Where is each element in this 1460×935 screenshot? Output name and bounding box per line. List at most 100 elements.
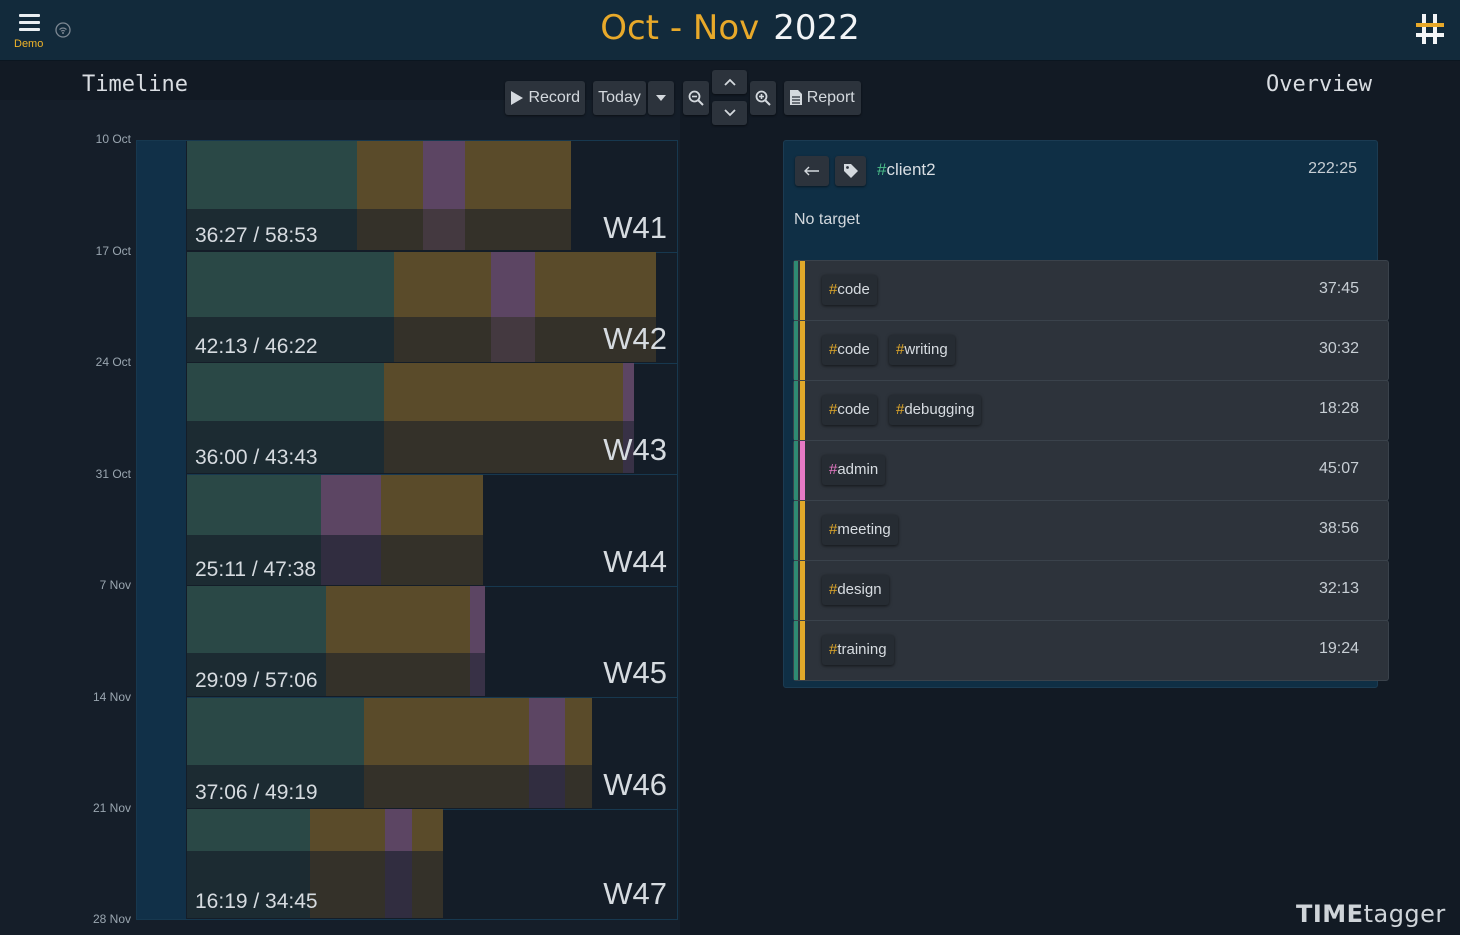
time-segment — [470, 586, 485, 653]
week-label: W47 — [603, 876, 667, 911]
total-duration: 222:25 — [1308, 160, 1357, 177]
time-segment — [465, 141, 510, 209]
scroll-down-button[interactable] — [712, 101, 747, 125]
overview-row[interactable]: #code #debugging 18:28 — [793, 380, 1389, 441]
tag-chip-label: code — [837, 401, 870, 418]
color-stripe — [800, 441, 805, 500]
week-hours: 42:13 / 46:22 — [195, 335, 318, 358]
time-segment — [187, 252, 394, 317]
week-row-w42[interactable]: 42:13 / 46:22 W42 — [187, 252, 677, 364]
tag-chip[interactable]: #code — [822, 335, 877, 365]
time-segment — [559, 363, 623, 421]
overview-row[interactable]: #admin 45:07 — [793, 440, 1389, 501]
week-hours: 16:19 / 34:45 — [195, 890, 318, 913]
week-hours: 36:27 / 58:53 — [195, 224, 318, 247]
week-row-w45[interactable]: 29:09 / 57:06 W45 — [187, 586, 677, 698]
today-button[interactable]: Today — [593, 81, 646, 115]
week-label: W43 — [603, 432, 667, 467]
today-dropdown-button[interactable] — [648, 81, 674, 115]
time-segment — [523, 363, 560, 421]
timeline-heading: Timeline — [82, 72, 188, 97]
week-hours: 29:09 / 57:06 — [195, 669, 318, 692]
target-text: No target — [794, 211, 860, 228]
time-segment — [539, 141, 571, 209]
week-hours: 36:00 / 43:43 — [195, 446, 318, 469]
color-stripe — [800, 561, 805, 620]
week-row-w46[interactable]: 37:06 / 49:19 W46 — [187, 698, 677, 810]
date-label: 10 Oct — [95, 132, 131, 146]
overview-row[interactable]: #meeting 38:56 — [793, 500, 1389, 561]
title-months: Oct - Nov — [600, 8, 760, 48]
tag-chip[interactable]: #design — [822, 575, 889, 605]
tag-chip[interactable]: #admin — [822, 455, 886, 485]
overview-row[interactable]: #training 19:24 — [793, 620, 1389, 681]
time-segment — [381, 535, 483, 585]
tag-chip[interactable]: #code — [822, 395, 877, 425]
time-segment — [616, 252, 642, 317]
time-segment — [509, 141, 540, 209]
time-segment — [623, 363, 634, 421]
tag-chip[interactable]: #code — [822, 275, 877, 305]
overview-heading: Overview — [1266, 72, 1372, 97]
page-title: Oct - Nov 2022 — [0, 8, 1460, 48]
overview-row[interactable]: #code 37:45 — [793, 260, 1389, 321]
tag-icon — [843, 163, 858, 178]
date-label: 14 Nov — [92, 690, 131, 704]
color-stripe — [800, 261, 805, 320]
play-icon — [510, 90, 523, 105]
overview-row[interactable]: #code #writing 30:32 — [793, 320, 1389, 381]
time-segment — [187, 363, 384, 421]
record-button[interactable]: Record — [505, 81, 585, 115]
color-stripe — [800, 381, 805, 440]
row-duration: 45:07 — [1318, 460, 1359, 477]
time-segment — [187, 141, 357, 209]
time-segment — [381, 475, 416, 535]
color-stripe — [800, 321, 805, 380]
back-button[interactable] — [795, 156, 829, 186]
timetagger-logo-icon[interactable] — [1414, 12, 1446, 48]
tag-chip[interactable]: #training — [822, 635, 894, 665]
week-label: W45 — [603, 655, 667, 690]
tag-chip-label: training — [837, 641, 887, 658]
tag-button[interactable] — [835, 156, 866, 186]
row-duration: 18:28 — [1318, 400, 1359, 417]
time-segment — [423, 209, 465, 250]
zoom-in-button[interactable] — [750, 81, 776, 115]
time-segment — [565, 765, 592, 808]
report-button[interactable]: Report — [784, 81, 861, 115]
brand-part2: tagger — [1363, 900, 1446, 928]
selected-tag: #client2 — [877, 160, 936, 179]
week-label: W42 — [603, 321, 667, 356]
time-segment — [187, 809, 310, 851]
timeline-strip[interactable] — [136, 140, 188, 920]
zoom-out-button[interactable] — [683, 81, 709, 115]
date-label: 31 Oct — [95, 467, 131, 481]
selected-tag-name: client2 — [886, 160, 936, 179]
time-segment — [385, 851, 412, 918]
week-row-w43[interactable]: 36:00 / 43:43 W43 — [187, 363, 677, 475]
week-row-w44[interactable]: 25:11 / 47:38 W44 — [187, 475, 677, 587]
week-row-w41[interactable]: 36:27 / 58:53 W41 — [187, 141, 677, 253]
tag-chip-label: design — [837, 581, 882, 598]
time-segment — [187, 475, 321, 535]
tag-chip[interactable]: #writing — [889, 335, 955, 365]
time-segment — [441, 475, 483, 535]
time-segment — [364, 698, 453, 765]
overview-row[interactable]: #design 32:13 — [793, 560, 1389, 621]
time-segment — [529, 765, 565, 808]
week-label: W46 — [603, 767, 667, 802]
time-segment — [321, 535, 381, 585]
date-label: 21 Nov — [92, 801, 131, 815]
week-label: W44 — [603, 544, 667, 579]
tag-chip[interactable]: #debugging — [889, 395, 982, 425]
zoom-in-icon — [755, 90, 771, 106]
row-duration: 30:32 — [1318, 340, 1359, 357]
tag-chip[interactable]: #meeting — [822, 515, 898, 545]
date-label: 28 Nov — [92, 912, 131, 926]
scroll-up-button[interactable] — [712, 70, 747, 94]
tag-chip-label: admin — [837, 461, 879, 478]
zoom-out-icon — [688, 90, 704, 106]
timetagger-brand: TIMEtagger — [1296, 900, 1446, 928]
color-stripe — [794, 261, 798, 320]
week-row-w47[interactable]: 16:19 / 34:45 W47 — [187, 809, 677, 918]
